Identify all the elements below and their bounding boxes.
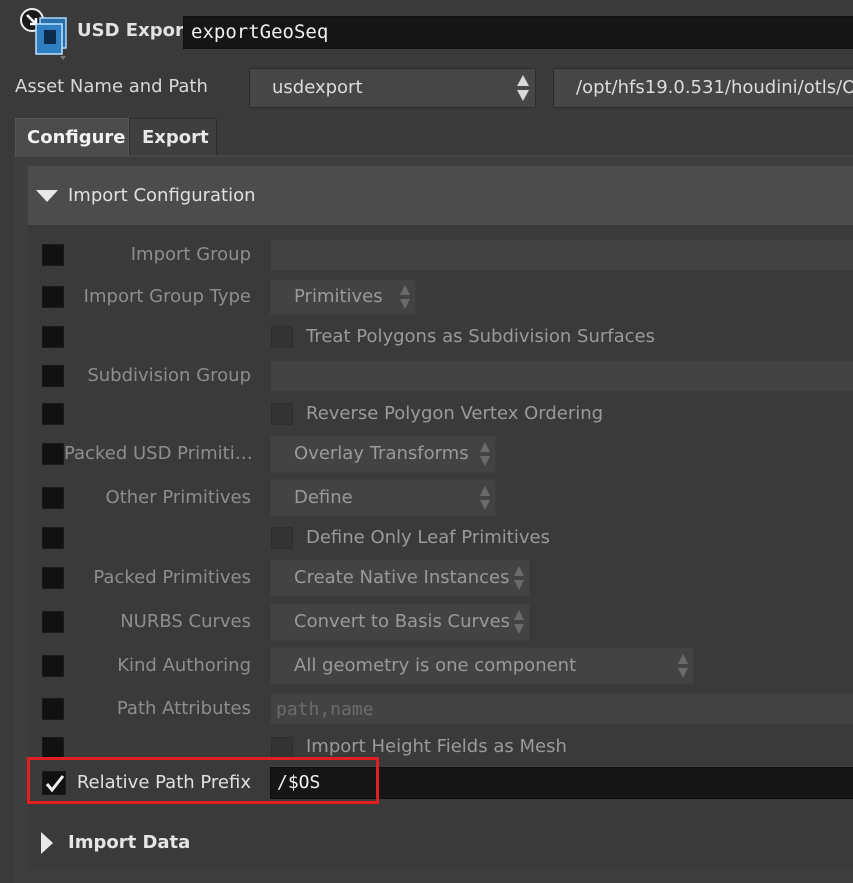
kind-authoring-label: Kind Authoring <box>117 655 251 676</box>
usd-export-node-icon[interactable] <box>16 4 76 62</box>
expand-right-icon[interactable] <box>41 832 53 854</box>
other-primitives-label: Other Primitives <box>105 487 251 508</box>
reverse-polygon-enable-checkbox[interactable] <box>42 403 64 425</box>
highlight-box <box>27 757 379 804</box>
tab-export[interactable]: Export <box>129 118 217 155</box>
import-data-title: Import Data <box>68 832 191 853</box>
nurbs-curves-enable-checkbox[interactable] <box>42 611 64 633</box>
height-fields-enable-checkbox[interactable] <box>42 737 64 759</box>
path-attributes-label: Path Attributes <box>116 698 251 719</box>
treat-polygons-enable-checkbox[interactable] <box>42 326 64 348</box>
tab-configure[interactable]: Configure <box>15 118 129 156</box>
import-group-field[interactable] <box>270 239 853 271</box>
define-only-leaf-checkbox[interactable] <box>271 527 293 549</box>
asset-name-value: usdexport <box>272 77 363 98</box>
nurbs-curves-label: NURBS Curves <box>120 611 251 632</box>
treat-polygons-label: Treat Polygons as Subdivision Surfaces <box>306 326 656 347</box>
subdivision-group-label: Subdivision Group <box>87 365 251 386</box>
import-group-enable-checkbox[interactable] <box>42 244 64 266</box>
combo-spinner-icon <box>511 563 527 593</box>
define-only-leaf-label: Define Only Leaf Primitives <box>306 527 550 548</box>
define-only-leaf-enable-checkbox[interactable] <box>42 527 64 549</box>
path-attributes-placeholder: path,name <box>276 699 374 720</box>
import-group-type-enable-checkbox[interactable] <box>42 286 64 308</box>
path-attributes-enable-checkbox[interactable] <box>42 698 64 720</box>
combo-spinner-icon <box>397 282 413 312</box>
subdivision-group-field[interactable] <box>270 360 853 392</box>
other-primitives-enable-checkbox[interactable] <box>42 487 64 509</box>
node-name-input[interactable]: exportGeoSeq <box>183 16 853 49</box>
asset-name-path-label: Asset Name and Path <box>15 76 208 97</box>
combo-spinner-icon <box>477 483 493 513</box>
height-fields-checkbox[interactable] <box>271 737 293 759</box>
treat-polygons-checkbox[interactable] <box>271 326 293 348</box>
import-group-type-label: Import Group Type <box>83 286 251 307</box>
kind-authoring-value: All geometry is one component <box>294 655 577 676</box>
expand-down-icon[interactable] <box>36 190 58 202</box>
subdivision-group-enable-checkbox[interactable] <box>42 365 64 387</box>
combo-spinner-icon <box>515 72 531 102</box>
other-primitives-value: Define <box>294 487 353 508</box>
node-type-label: USD Export <box>77 20 193 41</box>
packed-primitives-label: Packed Primitives <box>93 567 251 588</box>
height-fields-label: Import Height Fields as Mesh <box>306 736 567 757</box>
asset-path-value: /opt/hfs19.0.531/houdini/otls/OP <box>576 77 853 98</box>
packed-primitives-value: Create Native Instances <box>294 567 510 588</box>
combo-spinner-icon <box>511 607 527 637</box>
import-configuration-title: Import Configuration <box>68 185 256 206</box>
nurbs-curves-value: Convert to Basis Curves <box>294 611 511 632</box>
combo-spinner-icon <box>675 651 691 681</box>
packed-primitives-enable-checkbox[interactable] <box>42 567 64 589</box>
kind-authoring-enable-checkbox[interactable] <box>42 655 64 677</box>
reverse-polygon-checkbox[interactable] <box>271 403 293 425</box>
packed-usd-label: Packed USD Primiti… <box>64 443 253 464</box>
import-group-label: Import Group <box>130 244 251 265</box>
import-group-type-value: Primitives <box>294 286 383 307</box>
combo-spinner-icon <box>477 439 493 469</box>
packed-usd-value: Overlay Transforms <box>294 443 469 464</box>
reverse-polygon-label: Reverse Polygon Vertex Ordering <box>306 403 604 424</box>
packed-usd-enable-checkbox[interactable] <box>42 443 64 465</box>
